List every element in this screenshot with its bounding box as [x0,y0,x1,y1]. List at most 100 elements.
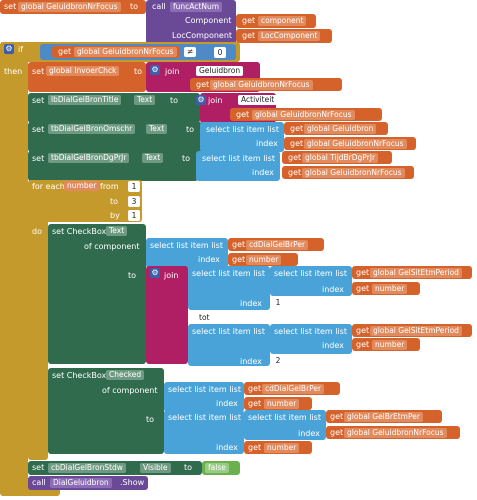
set-keyword: set [32,463,45,472]
get-keyword: get [290,124,304,133]
mutator-gear-icon[interactable]: ⚙ [4,44,14,54]
from-value[interactable]: 1 [128,181,140,192]
get-keyword: get [248,384,262,393]
list-var-dropdown[interactable]: global TijdBrDgPrJr [302,153,379,163]
property-dropdown[interactable]: Text [106,226,128,236]
to-keyword: to [146,415,155,424]
focus-var-dropdown[interactable]: global GeluidbronNrFocus [210,80,313,90]
index-keyword: index [256,139,278,148]
get-keyword: get [248,443,262,452]
component-dropdown[interactable]: tbDialGelBronDgPrJr [48,153,130,163]
set-keyword: set [32,125,45,134]
index-var-dropdown[interactable]: number [372,284,408,294]
text-literal[interactable]: Geluidbron [196,66,244,76]
global-var-dropdown[interactable]: global GeluidbronNrFocus [18,2,121,12]
list-var-dropdown[interactable]: global GelBrEtmPer [344,412,423,422]
index-keyword: index [322,341,344,350]
text-literal[interactable]: Activiteit [238,95,278,105]
index-var-dropdown[interactable]: number [264,443,300,453]
index-keyword: index [240,299,262,308]
property-dropdown[interactable]: Checked [106,370,145,380]
get-keyword: get [58,47,72,56]
join-keyword: join [208,96,223,105]
to-keyword: to [170,96,179,105]
if-block[interactable] [0,42,28,494]
get-keyword: get [248,399,262,408]
text-literal[interactable]: tot [196,313,213,323]
property-dropdown[interactable]: Text [142,153,164,163]
component-dropdown[interactable]: cbDialGelBronStdw [48,463,126,473]
join-gear-icon[interactable]: ⚙ [150,268,160,278]
loccomponent-var-dropdown[interactable]: LocComponent [258,31,321,41]
component-var-dropdown[interactable]: component [258,16,307,26]
get-keyword: get [196,80,210,89]
of-component-label: of component [84,242,140,251]
property-dropdown[interactable]: Visible [140,463,171,473]
select-keyword: select list item list [274,327,347,336]
set-checkbox-keyword: set CheckBox. [52,371,109,380]
set-keyword: set [32,154,45,163]
list-var-dropdown[interactable]: cdDialGelBrPer [246,240,309,250]
index-var-dropdown[interactable]: number [246,255,282,265]
get-keyword: get [356,326,370,335]
get-keyword: get [232,240,246,249]
index-var-dropdown[interactable]: global GeluidbronNrFocus [302,168,405,178]
set-checkbox-checked-block[interactable] [48,368,164,454]
get-keyword: get [356,284,370,293]
focus-var-dropdown[interactable]: global GeluidbronNrFocus [252,110,355,120]
get-keyword: get [330,412,344,421]
to-keyword: to [184,463,193,472]
focus-var-dropdown[interactable]: global GeluidbronNrFocus [74,47,177,57]
compare-value[interactable]: 0 [214,47,226,58]
of-component-label: of component [102,386,158,395]
select-keyword: select list item list [206,125,279,134]
component-dropdown[interactable]: tbDialGelBronOmschr [48,124,136,134]
if-keyword: if [18,45,24,54]
index-var-dropdown[interactable]: number [372,340,408,350]
join-keyword: join [164,271,179,280]
component-dropdown[interactable]: DialGeluidbron [50,478,112,488]
select-keyword: select list item list [248,413,321,422]
to-keyword: to [134,67,143,76]
by-value[interactable]: 1 [128,210,140,221]
proc-dropdown[interactable]: funcActNum [170,2,223,12]
for-each-block[interactable] [28,180,48,460]
compare-op-dropdown[interactable]: ≠ [184,47,197,57]
from-keyword: from [100,182,119,191]
select-keyword: select list item list [274,269,347,278]
get-keyword: get [356,268,370,277]
list-var-dropdown[interactable]: global GelSitEtmPeriod [370,326,462,336]
method-name: .Show [120,478,145,487]
component-param-label: Component [185,16,232,25]
join-gear-icon[interactable]: ⚙ [150,65,160,75]
loccomponent-param-label: LocComponent [172,31,233,40]
index-var-dropdown[interactable]: global GeluidbronNrFocus [304,139,407,149]
for-each-keyword: for each [32,182,65,191]
invoer-var-dropdown[interactable]: global InvoerChck [46,66,120,76]
to-keyword: to [130,2,139,11]
join-gear-icon[interactable]: ⚙ [196,95,206,105]
index-number[interactable]: 1 [272,297,284,308]
loop-var-field[interactable]: number [64,181,100,191]
list-var-dropdown[interactable]: global Geluidbron [304,124,377,134]
join-block[interactable] [146,266,188,364]
set-keyword: set [32,67,45,76]
list-var-dropdown[interactable]: cdDialGelBrPer [262,384,325,394]
select-keyword: select list item list [168,413,241,422]
boolean-dropdown[interactable]: false [205,463,229,473]
component-dropdown[interactable]: lbDialGelBronTitle [48,95,122,105]
property-dropdown[interactable]: Text [146,124,168,134]
property-dropdown[interactable]: Text [134,95,156,105]
index-var-dropdown[interactable]: number [264,399,300,409]
list-var-dropdown[interactable]: global GelSitEtmPeriod [370,268,462,278]
get-keyword: get [356,340,370,349]
do-keyword: do [32,227,42,236]
index-var-dropdown[interactable]: global GeluidbronNrFocus [344,428,447,438]
index-number[interactable]: 2 [272,355,284,366]
then-keyword: then [4,67,23,76]
select-keyword: select list item list [168,385,241,394]
index-keyword: index [252,168,274,177]
to-value[interactable]: 3 [128,196,140,207]
get-keyword: get [236,110,250,119]
get-keyword: get [330,428,344,437]
